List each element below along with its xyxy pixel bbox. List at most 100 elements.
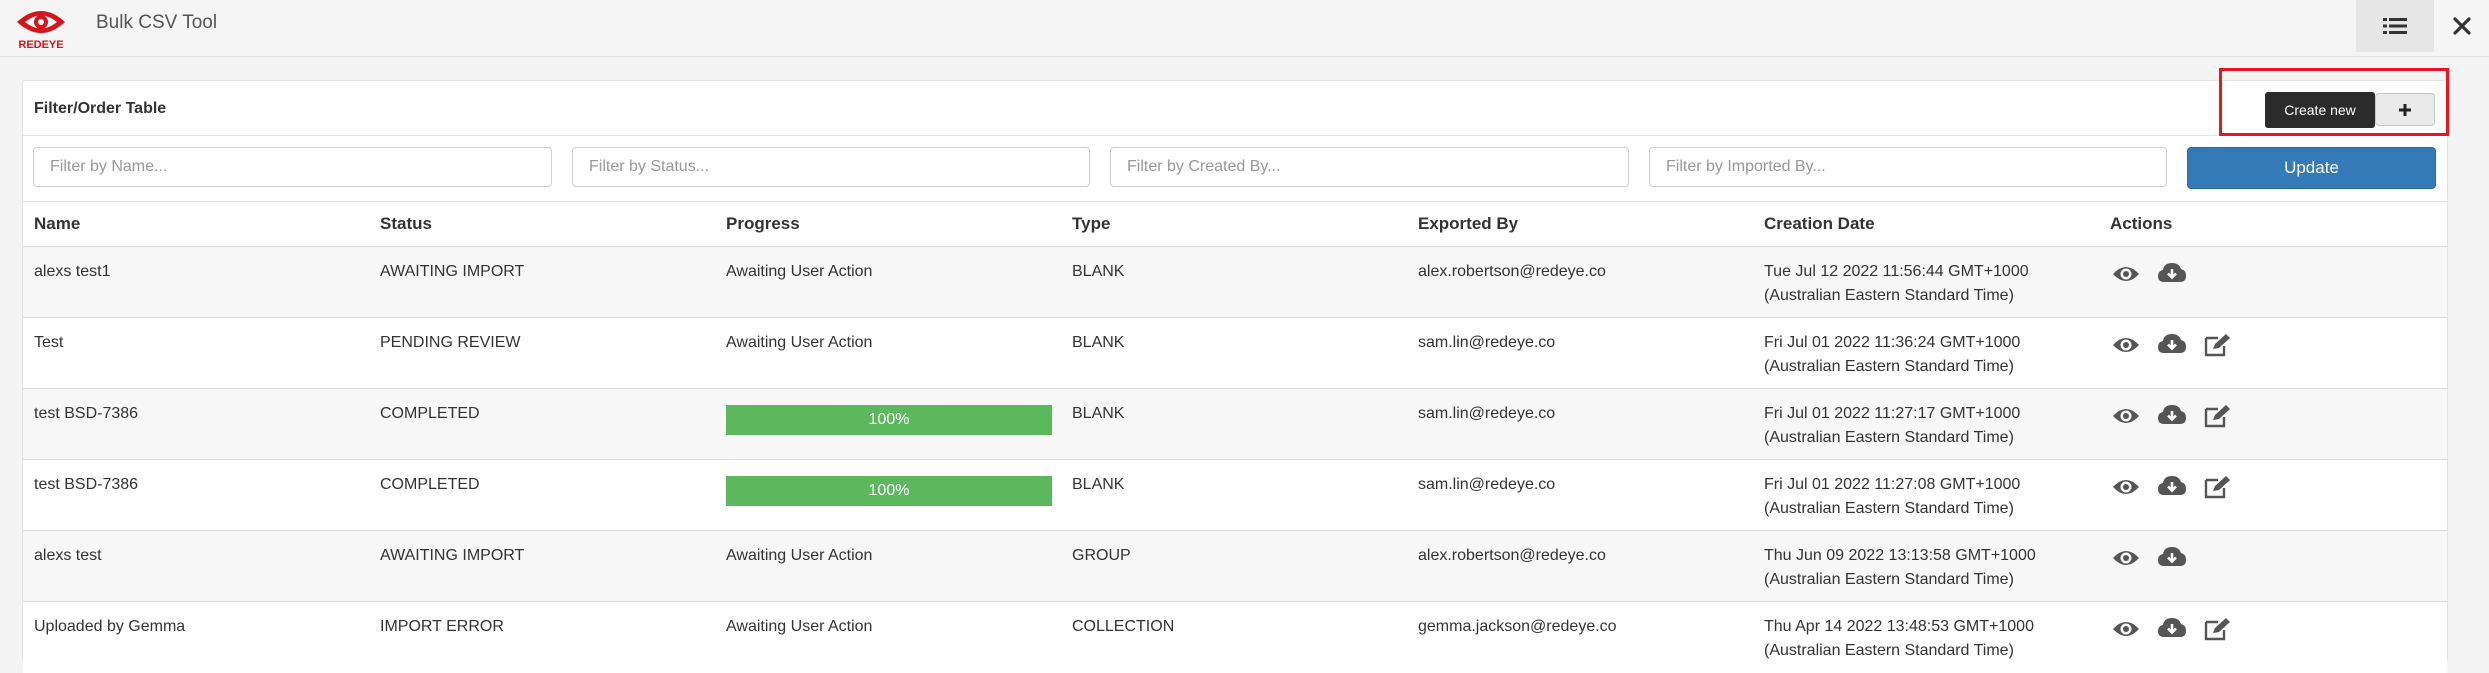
edit-button[interactable] xyxy=(2203,402,2233,430)
cell-creation-date: Thu Apr 14 2022 13:48:53 GMT+1000 (Austr… xyxy=(1764,615,2034,663)
column-header-type[interactable]: Type xyxy=(1072,214,1110,234)
download-button[interactable] xyxy=(2157,402,2187,430)
cell-exported-by: gemma.jackson@redeye.co xyxy=(1418,618,1617,635)
column-header-status[interactable]: Status xyxy=(380,214,432,234)
cell-type: BLANK xyxy=(1072,405,1125,422)
filter-order-panel: Filter/Order Table Create new Update Nam… xyxy=(22,80,2448,673)
cell-exported-by: alex.robertson@redeye.co xyxy=(1418,263,1606,280)
cell-exported-by: sam.lin@redeye.co xyxy=(1418,405,1556,422)
edit-button[interactable] xyxy=(2203,331,2233,359)
cell-type: GROUP xyxy=(1072,547,1131,564)
cell-type: BLANK xyxy=(1072,263,1125,280)
view-button[interactable] xyxy=(2111,402,2141,430)
close-icon xyxy=(2452,17,2471,35)
timezone-line: (Australian Eastern Standard Time) xyxy=(1764,500,2014,517)
view-button[interactable] xyxy=(2111,331,2141,359)
cell-name: test BSD-7386 xyxy=(34,405,139,422)
edit-icon xyxy=(2204,476,2230,499)
cell-status: AWAITING IMPORT xyxy=(380,547,525,564)
cell-name: Uploaded by Gemma xyxy=(34,618,186,635)
table-header: Name Status Progress Type Exported By Cr… xyxy=(23,201,2447,248)
timezone-line: (Australian Eastern Standard Time) xyxy=(1764,287,2014,304)
timezone-line: (Australian Eastern Standard Time) xyxy=(1764,429,2014,446)
date-line: Fri Jul 01 2022 11:27:17 GMT+1000 xyxy=(1764,405,2021,422)
date-line: Fri Jul 01 2022 11:36:24 GMT+1000 xyxy=(1764,334,2021,351)
view-button[interactable] xyxy=(2111,473,2141,501)
column-header-actions: Actions xyxy=(2110,214,2173,233)
edit-icon xyxy=(2204,618,2230,641)
cell-progress: Awaiting User Action xyxy=(726,263,873,280)
list-icon xyxy=(2383,18,2407,34)
table-row[interactable]: Test PENDING REVIEW Awaiting User Action… xyxy=(23,317,2447,389)
cell-exported-by: sam.lin@redeye.co xyxy=(1418,334,1556,351)
cell-type: BLANK xyxy=(1072,476,1125,493)
cell-type: COLLECTION xyxy=(1072,618,1175,635)
eye-icon xyxy=(2113,267,2139,281)
eye-icon xyxy=(2113,409,2139,423)
cell-name: alexs test xyxy=(34,547,102,564)
cloud-download-icon xyxy=(2158,618,2186,637)
edit-button[interactable] xyxy=(2203,615,2233,643)
cell-status: IMPORT ERROR xyxy=(380,618,504,635)
progress-bar: 100% xyxy=(726,476,1052,506)
cell-creation-date: Fri Jul 01 2022 11:27:08 GMT+1000 (Austr… xyxy=(1764,473,2020,521)
cell-creation-date: Fri Jul 01 2022 11:36:24 GMT+1000 (Austr… xyxy=(1764,331,2020,379)
app-title: Bulk CSV Tool xyxy=(96,12,218,33)
download-button[interactable] xyxy=(2157,331,2187,359)
eye-icon xyxy=(2113,338,2139,352)
close-button[interactable] xyxy=(2434,0,2489,52)
edit-icon xyxy=(2204,405,2230,428)
cell-creation-date: Tue Jul 12 2022 11:56:44 GMT+1000 (Austr… xyxy=(1764,260,2029,308)
filter-status-input[interactable] xyxy=(572,147,1090,187)
cell-type: BLANK xyxy=(1072,334,1125,351)
cell-creation-date: Fri Jul 01 2022 11:27:17 GMT+1000 (Austr… xyxy=(1764,402,2020,450)
plus-icon xyxy=(2399,103,2411,116)
edit-button[interactable] xyxy=(2203,473,2233,501)
table-row[interactable]: Uploaded by Gemma IMPORT ERROR Awaiting … xyxy=(23,601,2447,673)
top-bar: REDEYE Bulk CSV Tool xyxy=(0,0,2489,57)
filter-name-input[interactable] xyxy=(33,147,552,187)
cloud-download-icon xyxy=(2158,405,2186,424)
cell-status: AWAITING IMPORT xyxy=(380,263,525,280)
table-row[interactable]: test BSD-7386 COMPLETED 100% BLANK sam.l… xyxy=(23,388,2447,460)
create-new-button[interactable] xyxy=(2375,93,2435,126)
progress-bar: 100% xyxy=(726,405,1052,435)
timezone-line: (Australian Eastern Standard Time) xyxy=(1764,642,2014,659)
date-line: Thu Apr 14 2022 13:48:53 GMT+1000 xyxy=(1764,618,2034,635)
cloud-download-icon xyxy=(2158,476,2186,495)
eye-icon xyxy=(2113,551,2139,565)
list-view-button[interactable] xyxy=(2356,0,2434,52)
cell-progress: Awaiting User Action xyxy=(726,618,873,635)
cell-exported-by: sam.lin@redeye.co xyxy=(1418,476,1556,493)
download-button[interactable] xyxy=(2157,473,2187,501)
cell-name: Test xyxy=(34,334,64,351)
filter-imported-by-input[interactable] xyxy=(1649,147,2167,187)
table-row[interactable]: alexs test AWAITING IMPORT Awaiting User… xyxy=(23,530,2447,602)
cloud-download-icon xyxy=(2158,547,2186,566)
timezone-line: (Australian Eastern Standard Time) xyxy=(1764,571,2014,588)
view-button[interactable] xyxy=(2111,615,2141,643)
cell-name: test BSD-7386 xyxy=(34,476,139,493)
cell-progress: Awaiting User Action xyxy=(726,334,873,351)
download-button[interactable] xyxy=(2157,544,2187,572)
column-header-name[interactable]: Name xyxy=(34,214,80,234)
date-line: Fri Jul 01 2022 11:27:08 GMT+1000 xyxy=(1764,476,2021,493)
view-button[interactable] xyxy=(2111,260,2141,288)
column-header-creation-date[interactable]: Creation Date xyxy=(1764,214,1875,234)
panel-title: Filter/Order Table xyxy=(34,100,167,117)
download-button[interactable] xyxy=(2157,260,2187,288)
table-row[interactable]: alexs test1 AWAITING IMPORT Awaiting Use… xyxy=(23,246,2447,318)
update-button[interactable]: Update xyxy=(2187,147,2436,189)
cell-status: COMPLETED xyxy=(380,476,480,493)
cell-status: COMPLETED xyxy=(380,405,480,422)
cell-status: PENDING REVIEW xyxy=(380,334,521,351)
logo-brand-text: REDEYE xyxy=(18,39,63,50)
filter-created-by-input[interactable] xyxy=(1110,147,1629,187)
download-button[interactable] xyxy=(2157,615,2187,643)
table-row[interactable]: test BSD-7386 COMPLETED 100% BLANK sam.l… xyxy=(23,459,2447,531)
column-header-progress[interactable]: Progress xyxy=(726,214,800,234)
create-new-tooltip: Create new xyxy=(2265,92,2382,128)
column-header-exported-by[interactable]: Exported By xyxy=(1418,214,1518,234)
cloud-download-icon xyxy=(2158,334,2186,353)
view-button[interactable] xyxy=(2111,544,2141,572)
